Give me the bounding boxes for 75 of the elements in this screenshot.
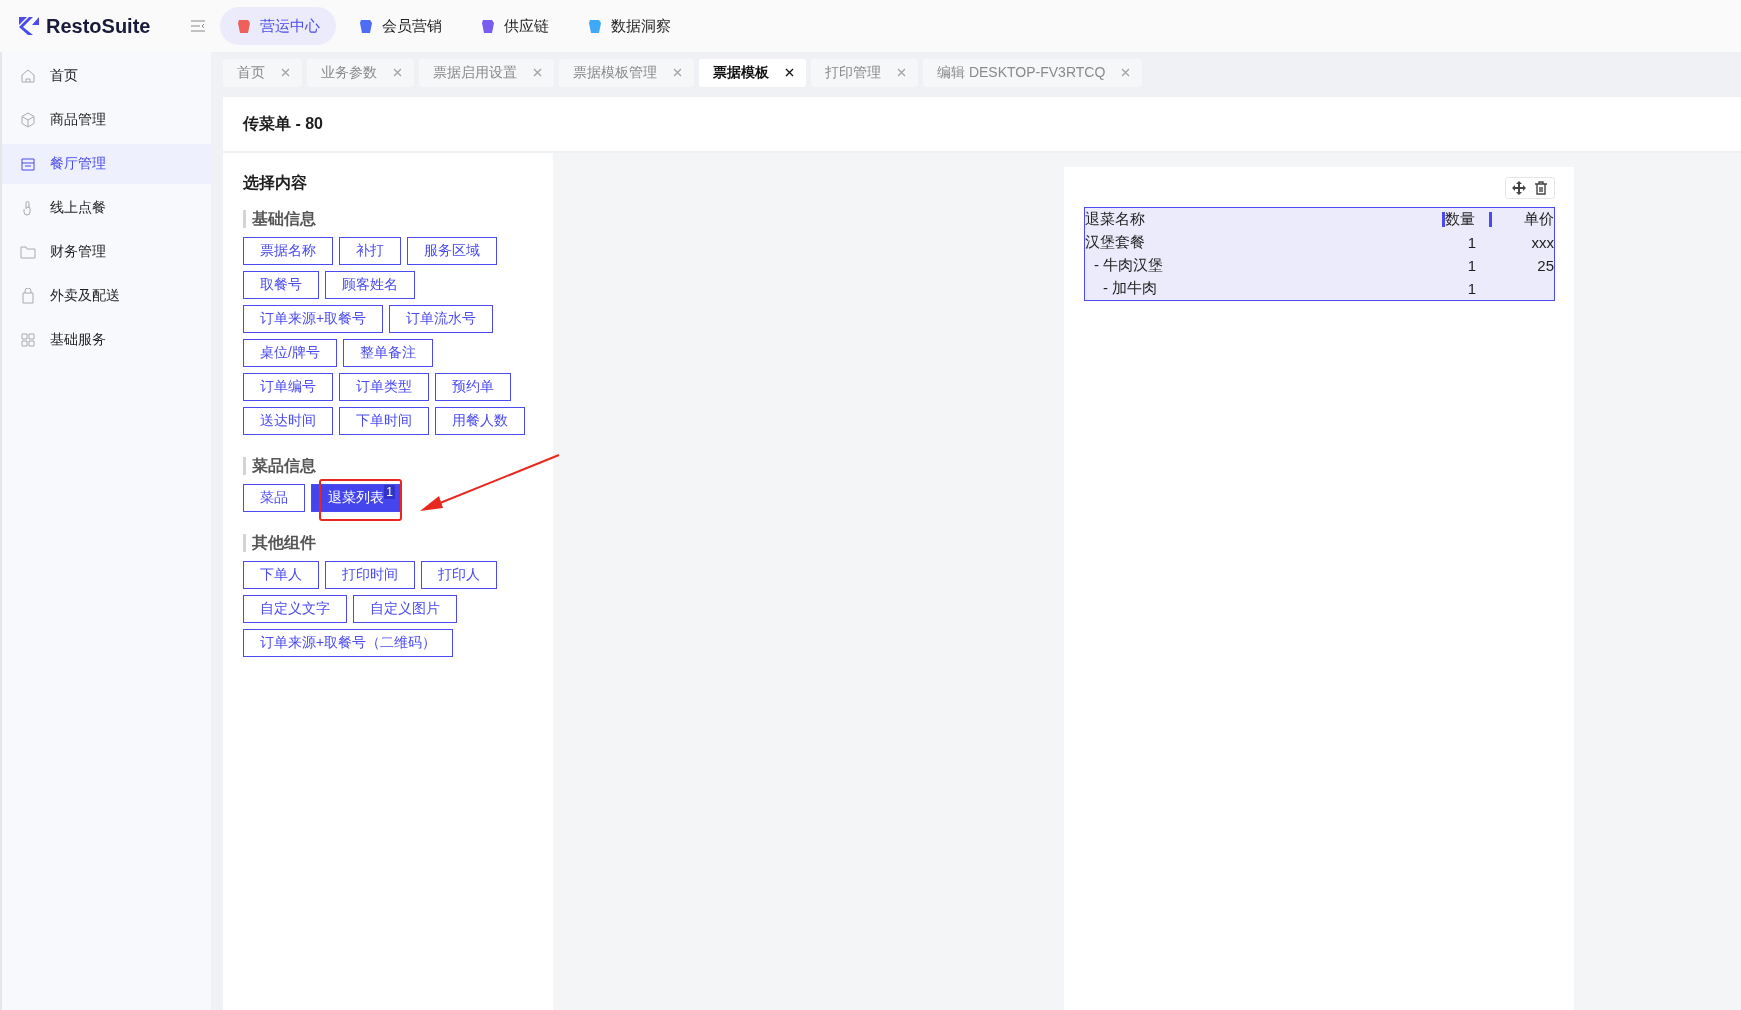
cube-icon bbox=[20, 112, 36, 128]
column-header: 退菜名称 bbox=[1085, 210, 1146, 229]
page-tab[interactable]: 票据模板管理 bbox=[559, 58, 694, 87]
page-title: 传菜单 - 80 bbox=[243, 113, 323, 134]
table-cell-text: xxx bbox=[1530, 234, 1554, 251]
sidebar-item[interactable]: 财务管理 bbox=[2, 232, 211, 272]
close-icon[interactable] bbox=[785, 68, 794, 77]
nav-tab[interactable]: 供应链 bbox=[464, 7, 565, 45]
table-cell-text: 1 bbox=[1466, 257, 1478, 274]
table-cell-text: 汉堡套餐 bbox=[1085, 233, 1146, 252]
menu-icon[interactable] bbox=[190, 19, 206, 33]
component-button[interactable]: 下单时间 bbox=[339, 407, 429, 435]
move-icon[interactable] bbox=[1512, 181, 1526, 195]
column-header: 单价 bbox=[1523, 210, 1554, 229]
tab-label: 首页 bbox=[237, 63, 265, 82]
component-button[interactable]: 打印时间 bbox=[325, 561, 415, 589]
shop-icon bbox=[20, 156, 36, 172]
table-cell-text: 25 bbox=[1536, 257, 1554, 274]
sidebar-item[interactable]: 餐厅管理 bbox=[2, 144, 211, 184]
count-badge: 1 bbox=[384, 485, 395, 499]
component-button[interactable]: 订单类型 bbox=[339, 373, 429, 401]
tab-label: 打印管理 bbox=[825, 63, 881, 82]
page-tab[interactable]: 票据启用设置 bbox=[419, 58, 554, 87]
logo-icon bbox=[18, 16, 40, 36]
sidebar-item[interactable]: 首页 bbox=[2, 56, 211, 96]
component-button[interactable]: 下单人 bbox=[243, 561, 319, 589]
table-cell-text: - 加牛肉 bbox=[1102, 279, 1159, 298]
home-icon bbox=[20, 68, 36, 84]
sidebar-item[interactable]: 外卖及配送 bbox=[2, 276, 211, 316]
tab-label: 编辑 DESKTOP-FV3RTCQ bbox=[937, 63, 1106, 82]
component-button[interactable]: 打印人 bbox=[421, 561, 497, 589]
table-cell-text: 1 bbox=[1466, 280, 1478, 297]
component-button[interactable]: 整单备注 bbox=[342, 339, 433, 367]
table-cell-text: 1 bbox=[1466, 234, 1478, 251]
page-tab[interactable]: 票据模板 bbox=[699, 58, 806, 87]
component-button[interactable]: 自定义图片 bbox=[353, 595, 457, 623]
page-tab[interactable]: 业务参数 bbox=[307, 58, 414, 87]
page-tab[interactable]: 首页 bbox=[223, 58, 302, 87]
component-button[interactable]: 菜品 bbox=[243, 484, 305, 512]
component-button[interactable]: 订单流水号 bbox=[389, 305, 494, 333]
brand-name: RestoSuite bbox=[46, 14, 151, 38]
panel-title: 选择内容 bbox=[243, 173, 308, 193]
trash-icon[interactable] bbox=[1534, 181, 1548, 195]
column-handle[interactable] bbox=[1442, 212, 1445, 227]
component-button[interactable]: 订单来源+取餐号 bbox=[243, 305, 384, 333]
column-handle[interactable] bbox=[1489, 212, 1492, 227]
component-button[interactable]: 桌位/牌号 bbox=[243, 339, 337, 367]
nav-tab[interactable]: 数据洞察 bbox=[571, 7, 687, 45]
tab-label: 业务参数 bbox=[321, 63, 377, 82]
component-button[interactable]: 自定义文字 bbox=[243, 595, 347, 623]
component-button[interactable]: 用餐人数 bbox=[435, 407, 525, 435]
component-button[interactable]: 票据名称 bbox=[243, 237, 333, 265]
bag-icon bbox=[20, 288, 36, 304]
component-button[interactable]: 补打 bbox=[339, 237, 401, 265]
page-tab[interactable]: 编辑 DESKTOP-FV3RTCQ bbox=[923, 58, 1143, 87]
component-button[interactable]: 订单来源+取餐号（二维码） bbox=[243, 629, 454, 657]
component-button[interactable]: 服务区域 bbox=[407, 237, 497, 265]
folder-icon bbox=[20, 244, 36, 260]
component-button[interactable]: 顾客姓名 bbox=[325, 271, 415, 299]
component-button[interactable]: 预约单 bbox=[435, 373, 511, 401]
tab-label: 票据模板管理 bbox=[573, 63, 657, 82]
grid-icon bbox=[20, 332, 36, 348]
tab-label: 票据启用设置 bbox=[433, 63, 517, 82]
table-cell-text: - 牛肉汉堡 bbox=[1093, 256, 1165, 275]
column-header: 数量 bbox=[1445, 210, 1475, 229]
sidebar-item[interactable]: 基础服务 bbox=[2, 320, 211, 360]
tab-label: 票据模板 bbox=[713, 63, 769, 82]
component-button[interactable]: 送达时间 bbox=[243, 407, 333, 435]
sidebar-item[interactable]: 商品管理 bbox=[2, 100, 211, 140]
nav-tab[interactable]: 营运中心 bbox=[220, 7, 336, 45]
component-button[interactable]: 取餐号 bbox=[243, 271, 319, 299]
page-tab[interactable]: 打印管理 bbox=[811, 58, 918, 87]
component-button[interactable]: 订单编号 bbox=[243, 373, 333, 401]
sidebar-item[interactable]: 线上点餐 bbox=[2, 188, 211, 228]
nav-tab[interactable]: 会员营销 bbox=[342, 7, 458, 45]
